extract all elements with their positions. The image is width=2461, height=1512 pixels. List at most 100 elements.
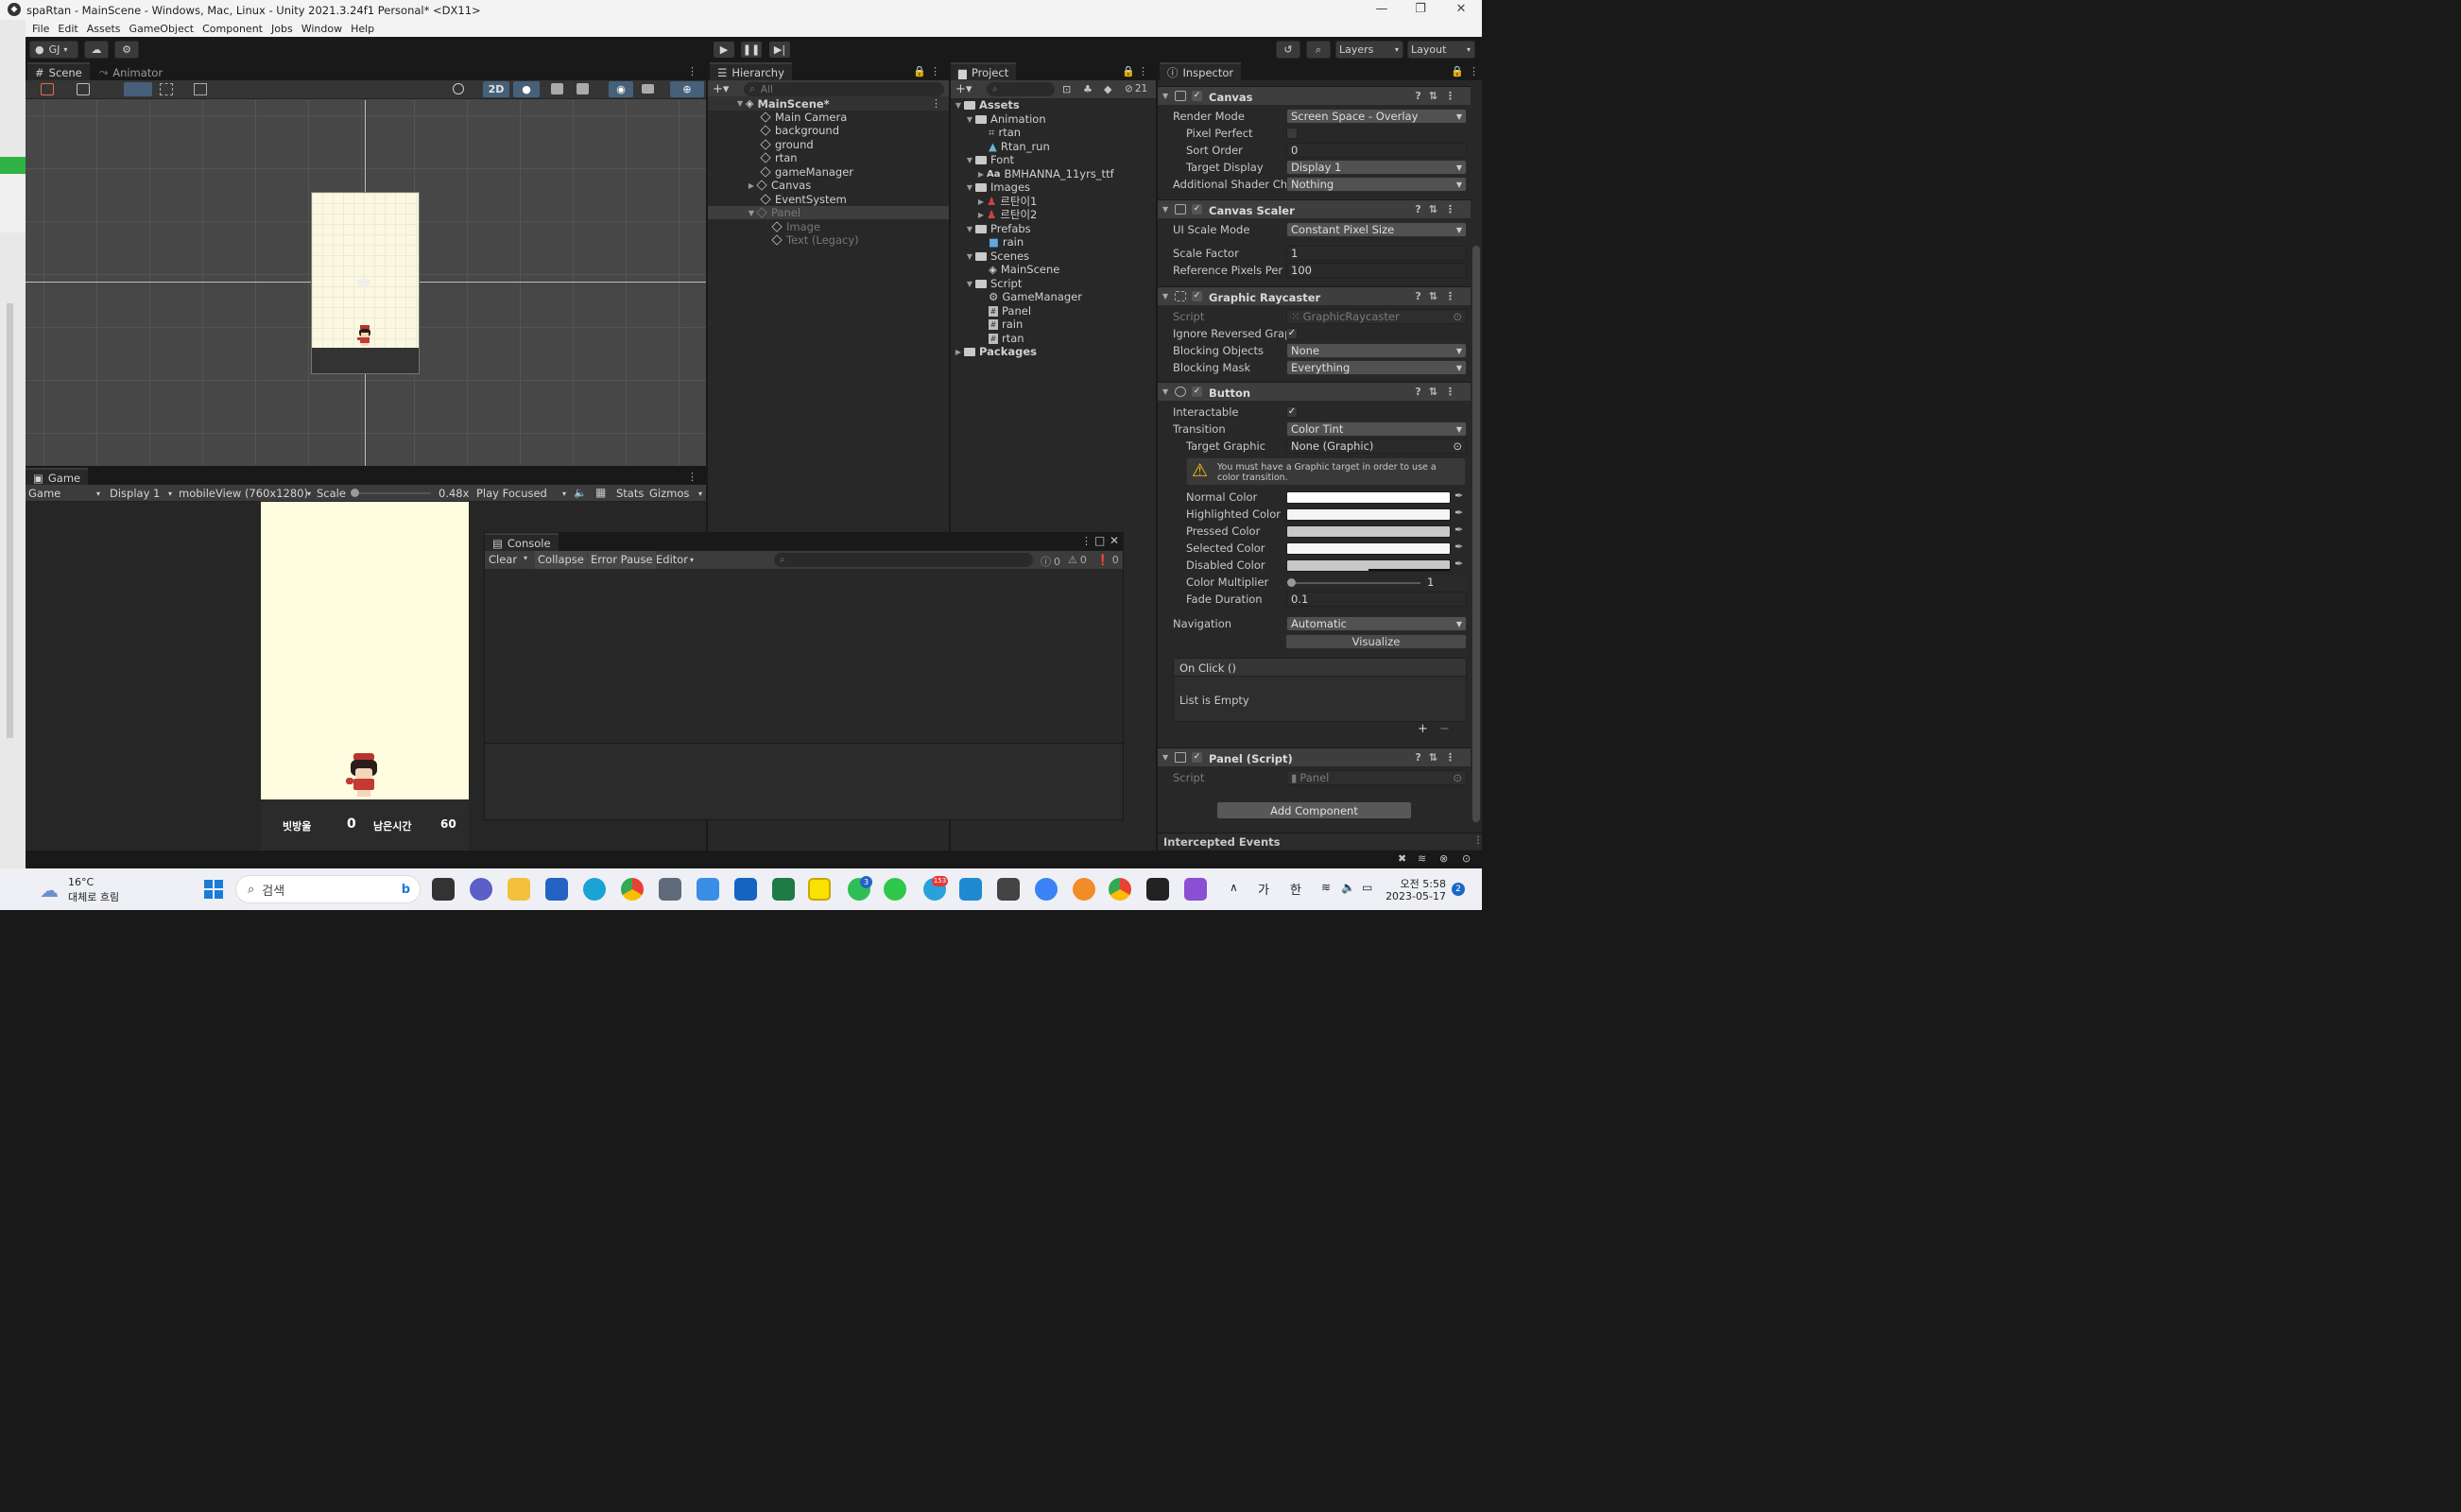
component-header-icons[interactable]: ?⇅⋮ bbox=[1415, 386, 1463, 398]
inspector-scrollbar[interactable] bbox=[1472, 246, 1480, 822]
lock-icon[interactable]: 🔒 bbox=[1122, 65, 1135, 77]
component-enabled-checkbox[interactable]: ✓ bbox=[1192, 291, 1202, 301]
increment-snap-icon[interactable] bbox=[194, 83, 207, 95]
project-item-prefabs[interactable]: ▼ Prefabs bbox=[951, 222, 1156, 235]
menu-file[interactable]: File bbox=[32, 23, 49, 35]
project-item-script[interactable]: ▼ Script bbox=[951, 277, 1156, 290]
graphic-raycaster-header[interactable]: ▼ ✓ Graphic Raycaster ?⇅⋮ bbox=[1158, 286, 1471, 305]
project-item-animation[interactable]: ▼ Animation bbox=[951, 112, 1156, 126]
unity-hub-icon[interactable] bbox=[997, 878, 1020, 901]
start-button[interactable] bbox=[204, 880, 223, 899]
close-window-button[interactable]: ✕ bbox=[1450, 2, 1472, 16]
tab-scene[interactable]: # Scene bbox=[27, 62, 90, 80]
canvas-component-header[interactable]: ▼ ✓ Canvas ?⇅⋮ bbox=[1158, 86, 1471, 105]
menu-jobs[interactable]: Jobs bbox=[271, 23, 293, 35]
menu-gameobject[interactable]: GameObject bbox=[129, 23, 195, 35]
component-header-icons[interactable]: ?⇅⋮ bbox=[1415, 203, 1463, 215]
navigation-dropdown[interactable]: Automatic ▼ bbox=[1286, 616, 1467, 631]
unity-editor-icon[interactable] bbox=[1146, 878, 1169, 901]
kakaotalk-icon[interactable] bbox=[808, 878, 831, 901]
grid-snap-icon[interactable] bbox=[124, 82, 152, 96]
panel-menu-icon[interactable]: ⋮ bbox=[1473, 835, 1483, 846]
ui-scale-mode-dropdown[interactable]: Constant Pixel Size ▼ bbox=[1286, 222, 1467, 237]
magnifier-app-icon[interactable] bbox=[1073, 878, 1095, 901]
project-item-rain-script[interactable]: # rain bbox=[951, 318, 1156, 331]
menu-help[interactable]: Help bbox=[351, 23, 374, 35]
excel-icon[interactable] bbox=[772, 878, 795, 901]
hierarchy-item-text-legacy[interactable]: Text (Legacy) bbox=[708, 233, 949, 247]
add-event-button[interactable]: + bbox=[1418, 722, 1428, 736]
cache-icon[interactable]: ≋ bbox=[1418, 852, 1426, 865]
render-mode-icon[interactable] bbox=[77, 83, 90, 95]
chrome-profile-icon[interactable] bbox=[1109, 878, 1131, 901]
hierarchy-item-canvas[interactable]: ▶ Canvas bbox=[708, 179, 949, 192]
color-multiplier-field[interactable]: 1 bbox=[1424, 576, 1467, 591]
error-pause-button[interactable]: Error Pause bbox=[588, 551, 656, 569]
account-button[interactable]: ● GJ ▾ bbox=[29, 41, 78, 59]
slider-handle[interactable] bbox=[1287, 578, 1296, 587]
hierarchy-item-rtan[interactable]: rtan bbox=[708, 151, 949, 164]
project-item-mainscene[interactable]: ◈ MainScene bbox=[951, 263, 1156, 276]
hierarchy-item-panel[interactable]: ▼ Panel bbox=[708, 206, 949, 219]
notepad-icon[interactable] bbox=[697, 878, 719, 901]
panel-menu-icon[interactable]: ⋮ bbox=[687, 65, 697, 77]
display-dropdown[interactable]: Display 1 ▾ bbox=[110, 486, 172, 501]
hidden-objects-toggle[interactable]: ◉ bbox=[609, 81, 633, 97]
game-mode-dropdown[interactable]: Game ▾ bbox=[28, 486, 102, 501]
editor-dropdown[interactable]: Editor ▾ bbox=[656, 553, 694, 566]
scrollbar[interactable] bbox=[7, 303, 13, 738]
lock-icon[interactable]: 🔒 bbox=[1451, 65, 1464, 77]
tab-project[interactable]: ▆ Project bbox=[951, 62, 1017, 80]
minimize-button[interactable]: — bbox=[1370, 2, 1393, 16]
network-icon[interactable]: ⊗ bbox=[1439, 852, 1448, 865]
audio-icon[interactable] bbox=[551, 83, 563, 94]
pressed-color-field[interactable] bbox=[1286, 525, 1451, 538]
panel-menu-icon[interactable]: ⋮ bbox=[1081, 535, 1092, 547]
stats-button[interactable]: Stats bbox=[616, 487, 644, 500]
gizmos-toggle[interactable]: ⊕ bbox=[670, 81, 704, 97]
lock-icon[interactable]: 🔒 bbox=[913, 65, 926, 77]
tab-console[interactable]: ▤ Console bbox=[485, 533, 559, 551]
visualize-button[interactable]: Visualize bbox=[1285, 634, 1467, 649]
remove-event-button[interactable]: − bbox=[1439, 722, 1450, 736]
component-header-icons[interactable]: ?⇅⋮ bbox=[1415, 751, 1463, 764]
debug-icon[interactable]: ✖ bbox=[1398, 852, 1406, 865]
component-header-icons[interactable]: ?⇅⋮ bbox=[1415, 90, 1463, 102]
vscode-icon[interactable] bbox=[959, 878, 982, 901]
hierarchy-item-gamemanager[interactable]: gameManager bbox=[708, 165, 949, 179]
hierarchy-item-eventsystem[interactable]: EventSystem bbox=[708, 193, 949, 206]
layers-dropdown[interactable]: Layers ▾ bbox=[1335, 41, 1403, 59]
keyboard-icon[interactable]: ▦ bbox=[595, 486, 606, 499]
collapse-button[interactable]: Collapse bbox=[535, 551, 587, 569]
clock-time[interactable]: 오전 5:58 bbox=[1399, 876, 1446, 891]
eyedropper-icon[interactable]: ✒ bbox=[1454, 507, 1463, 519]
eyedropper-icon[interactable]: ✒ bbox=[1454, 558, 1463, 570]
chat-app-icon[interactable] bbox=[470, 878, 492, 901]
volume-icon[interactable]: 🔈 bbox=[1341, 881, 1355, 894]
target-graphic-field[interactable]: None (Graphic) ⊙ bbox=[1286, 438, 1467, 454]
add-component-button[interactable]: Add Component bbox=[1216, 801, 1412, 819]
panel-script-header[interactable]: ▼ ✓ Panel (Script) ?⇅⋮ bbox=[1158, 747, 1471, 766]
log-count-toggle[interactable]: ⓘ 0 bbox=[1041, 554, 1060, 569]
canvas-scaler-header[interactable]: ▼ ✓ Canvas Scaler ?⇅⋮ bbox=[1158, 199, 1471, 218]
ime-language-indicator[interactable]: 한 bbox=[1290, 880, 1301, 898]
tab-game[interactable]: ▣ Game bbox=[26, 468, 89, 486]
project-item-rain-prefab[interactable]: ■ rain bbox=[951, 235, 1156, 249]
wechat-icon[interactable] bbox=[884, 878, 906, 901]
tab-animator[interactable]: ⤳ Animator bbox=[92, 62, 171, 80]
panel-menu-icon[interactable]: ⋮ bbox=[930, 65, 940, 77]
blocking-objects-dropdown[interactable]: None ▼ bbox=[1286, 343, 1467, 358]
resolution-dropdown[interactable]: mobileView (760x1280) ▾ bbox=[179, 486, 311, 501]
color-multiplier-slider[interactable] bbox=[1287, 578, 1420, 587]
chrome-icon[interactable] bbox=[621, 878, 644, 901]
favorite-icon[interactable]: ◆ bbox=[1104, 83, 1111, 95]
ignore-reversed-checkbox[interactable]: ✓ bbox=[1286, 328, 1298, 339]
wifi-icon[interactable]: ≋ bbox=[1321, 881, 1331, 894]
game-canvas-preview[interactable] bbox=[311, 192, 420, 374]
task-view-icon[interactable] bbox=[432, 878, 455, 901]
2d-toggle[interactable]: 2D bbox=[483, 81, 509, 97]
gizmos-dropdown[interactable]: Gizmos ▾ bbox=[649, 486, 702, 501]
edge-icon[interactable] bbox=[583, 878, 606, 901]
interactable-checkbox[interactable]: ✓ bbox=[1286, 406, 1298, 418]
component-header-icons[interactable]: ?⇅⋮ bbox=[1415, 290, 1463, 302]
